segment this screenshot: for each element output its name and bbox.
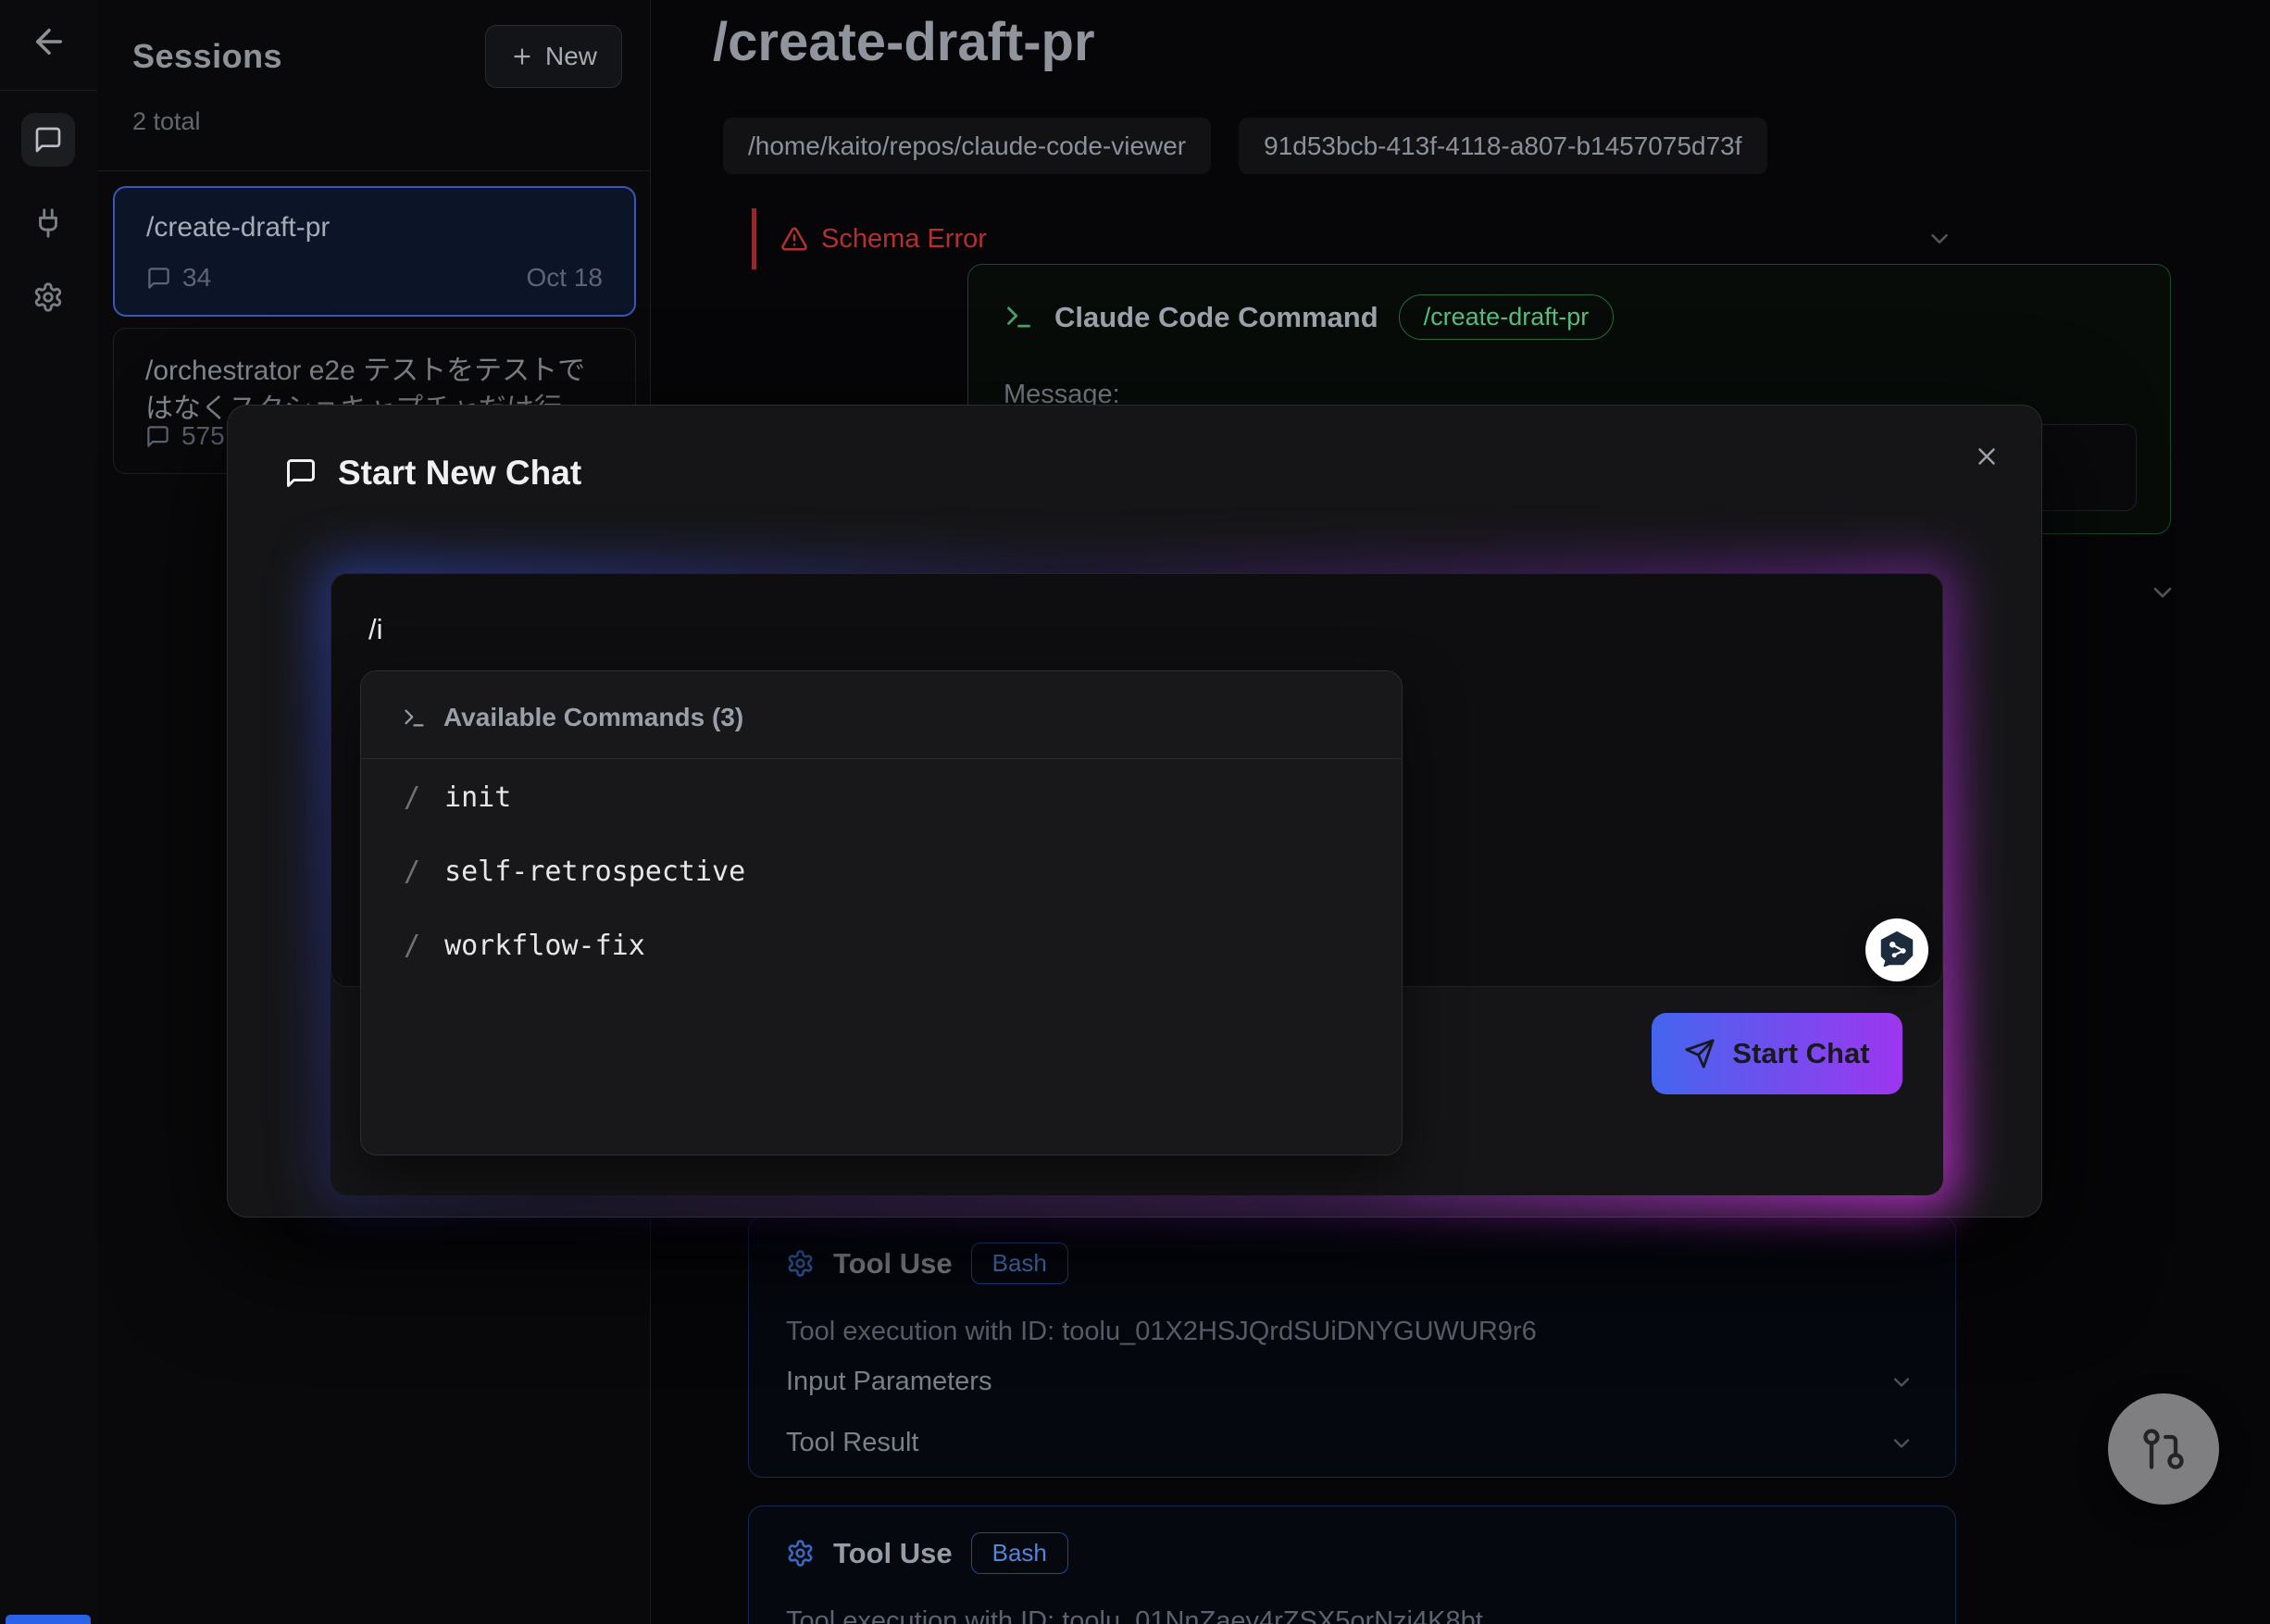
bash-badge: Bash (971, 1243, 1068, 1284)
available-commands-header: Available Commands (3) (402, 703, 743, 732)
chevron-down-icon[interactable] (2148, 578, 2177, 607)
message-count: 575 (145, 421, 225, 451)
chat-bubble-icon (146, 266, 171, 291)
start-new-chat-dialog: Start New Chat /i Start Chat Availabl (227, 405, 2042, 1218)
start-chat-label: Start Chat (1732, 1037, 1869, 1070)
command-prefix: / (404, 856, 420, 888)
tool-use-card-1: Tool Use Bash Tool execution with ID: to… (748, 1216, 1956, 1478)
chevron-down-icon (1889, 1369, 1915, 1395)
schema-error-banner[interactable]: Schema Error (752, 208, 1953, 269)
sidebar-item-settings[interactable] (21, 270, 75, 324)
command-name: init (444, 781, 511, 814)
chevron-down-icon (1889, 1430, 1915, 1456)
tool-use-card-2: Tool Use Bash Tool execution with ID: to… (748, 1505, 1956, 1624)
tool-use-title: Tool Use (833, 1247, 953, 1280)
terminal-icon (402, 706, 427, 731)
message-count: 34 (146, 263, 211, 293)
input-parameters-label: Input Parameters (786, 1367, 992, 1397)
chevron-down-icon[interactable] (1926, 225, 1953, 253)
gear-icon (32, 281, 64, 313)
chat-share-logo-icon (1876, 929, 1918, 971)
back-button[interactable] (30, 22, 69, 61)
tool-execution-id: Tool execution with ID: toolu_01X2HSJQrd… (786, 1317, 1537, 1347)
command-name: workflow-fix (444, 930, 645, 962)
chat-bubble-icon (284, 456, 318, 490)
sidebar-bottom-indicator (6, 1615, 91, 1624)
session-title: /create-draft-pr (146, 212, 603, 244)
sidebar-item-mcp[interactable] (21, 196, 75, 250)
session-id-badge: 91d53bcb-413f-4118-a807-b1457075d73f (1239, 118, 1766, 174)
schema-error-label: Schema Error (821, 224, 987, 255)
git-branch-fab-button[interactable] (2108, 1393, 2219, 1505)
sessions-panel-title: Sessions (132, 37, 282, 76)
close-icon (1973, 443, 2001, 470)
sidebar (0, 0, 98, 1624)
command-card-header: Claude Code Command /create-draft-pr (1004, 294, 1614, 340)
popup-divider (361, 758, 1402, 759)
command-prefix: / (404, 930, 420, 962)
arrow-left-icon (30, 22, 69, 61)
available-commands-label: Available Commands (3) (443, 703, 743, 732)
tool-execution-id: Tool execution with ID: toolu_01NnZaey4r… (786, 1606, 1483, 1624)
session-meta: 34 Oct 18 (146, 263, 603, 293)
gear-icon (786, 1539, 815, 1568)
repo-path-badge: /home/kaito/repos/claude-code-viewer (723, 118, 1211, 174)
chat-bubble-icon (33, 125, 63, 155)
new-session-button[interactable]: New (485, 25, 622, 88)
send-icon (1684, 1038, 1715, 1069)
tool-card-header: Tool Use Bash (786, 1532, 1068, 1574)
close-button[interactable] (1973, 443, 2001, 470)
tool-result-toggle[interactable]: Tool Result (786, 1428, 1915, 1458)
sidebar-divider (0, 90, 97, 91)
message-count-value: 575 (181, 421, 225, 451)
session-date: Oct 18 (527, 263, 603, 293)
terminal-icon (1004, 302, 1034, 332)
chat-bubble-icon (145, 424, 170, 449)
input-parameters-toggle[interactable]: Input Parameters (786, 1367, 1915, 1397)
command-item-workflow-fix[interactable]: / workflow-fix (361, 908, 1402, 982)
session-meta-badges: /home/kaito/repos/claude-code-viewer 91d… (723, 118, 1767, 174)
extension-logo-button[interactable] (1865, 918, 1928, 981)
plug-icon (32, 207, 64, 239)
command-list: / init / self-retrospective / workflow-f… (361, 760, 1402, 982)
message-count-value: 34 (182, 263, 211, 293)
page-title: /create-draft-pr (713, 11, 1095, 73)
command-item-init[interactable]: / init (361, 760, 1402, 834)
dialog-header: Start New Chat (284, 454, 581, 493)
new-session-label: New (545, 42, 597, 71)
command-badge: /create-draft-pr (1399, 294, 1615, 340)
app-screen: Sessions New 2 total /create-draft-pr 34… (0, 0, 2270, 1624)
tool-result-label: Tool Result (786, 1428, 918, 1458)
session-card-create-draft-pr[interactable]: /create-draft-pr 34 Oct 18 (113, 186, 636, 317)
warning-triangle-icon (780, 225, 808, 253)
sidebar-item-sessions[interactable] (21, 113, 75, 167)
tool-card-header: Tool Use Bash (786, 1243, 1068, 1284)
sessions-header: Sessions New (132, 24, 622, 89)
dialog-title: Start New Chat (338, 454, 581, 493)
sessions-total-count: 2 total (132, 107, 201, 136)
gear-icon (786, 1249, 815, 1278)
bash-badge: Bash (971, 1532, 1068, 1574)
tool-use-title: Tool Use (833, 1537, 953, 1570)
git-pull-request-icon (2139, 1425, 2188, 1473)
start-chat-button[interactable]: Start Chat (1652, 1013, 1902, 1094)
command-card-title: Claude Code Command (1054, 301, 1378, 334)
sessions-divider (97, 170, 650, 171)
command-item-self-retrospective[interactable]: / self-retrospective (361, 834, 1402, 908)
command-prefix: / (404, 781, 420, 814)
plus-icon (510, 44, 534, 69)
command-autocomplete-popup: Available Commands (3) / init / self-ret… (360, 670, 1403, 1156)
command-name: self-retrospective (444, 856, 745, 888)
